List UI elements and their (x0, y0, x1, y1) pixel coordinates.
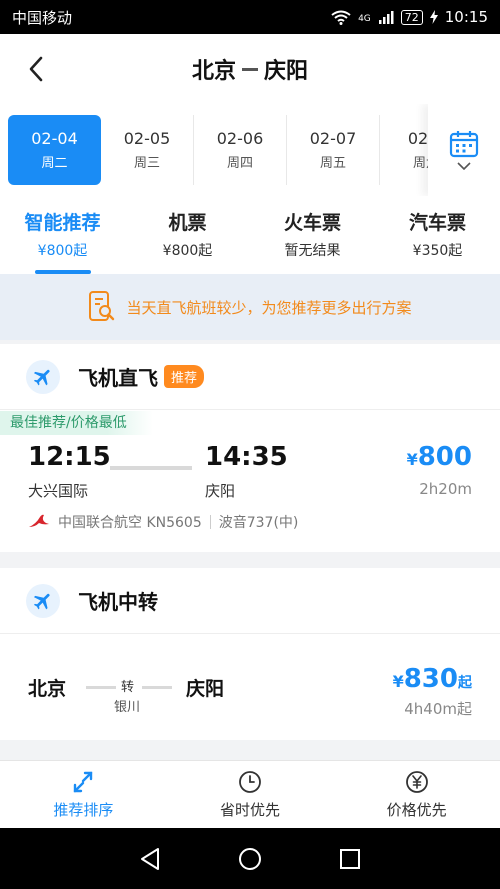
date-item[interactable]: 02-06 周四 (194, 115, 287, 185)
phone-search-icon (89, 291, 115, 321)
tab-title: 智能推荐 (24, 212, 101, 234)
chevron-left-icon (29, 56, 43, 82)
destination-city: 庆阳 (264, 59, 309, 84)
airplane-icon (26, 583, 60, 618)
best-price-tag: 最佳推荐/价格最低 (0, 411, 153, 435)
arrive-time: 14:35 (205, 442, 288, 472)
route-line (86, 686, 116, 689)
weekday-label: 周五 (319, 156, 346, 171)
flight-duration: 2h20m (419, 480, 472, 498)
tab-label: 价格优先 (386, 800, 447, 819)
back-button[interactable] (22, 54, 50, 84)
airline-logo-icon (29, 514, 49, 527)
chevron-down-icon (457, 162, 471, 170)
route-title: 北京 庆阳 (192, 53, 308, 85)
tab-smart-recommend[interactable]: 智能推荐 ¥800起 (0, 196, 125, 274)
price-value: 800 (417, 442, 472, 472)
tab-recommend-sort[interactable]: 推荐排序 (0, 761, 167, 828)
tab-price: ¥800起 (37, 243, 88, 259)
yen-circle-icon (405, 770, 428, 793)
tab-price: 暂无结果 (284, 243, 341, 259)
tab-trains[interactable]: 火车票 暂无结果 (250, 196, 375, 274)
sort-tab-bar: 推荐排序 省时优先 价格优先 (0, 760, 500, 828)
card-header: 飞机中转 (0, 568, 500, 634)
date-item[interactable]: 02-04 周二 (8, 115, 101, 185)
clock-icon (239, 770, 261, 793)
header-bar: 北京 庆阳 (0, 34, 500, 104)
status-right: 4G 72 10:15 (331, 8, 488, 26)
transfer-flight-card: 飞机中转 北京 转 银川 庆阳 ¥830起 4h40m起 (0, 568, 500, 740)
route-dash (242, 67, 258, 71)
network-label: 4G (358, 14, 371, 24)
transfer-origin: 北京 (28, 678, 67, 700)
origin-city: 北京 (191, 59, 236, 84)
weekday-label: 周三 (133, 156, 160, 171)
notice-banner: 当天直飞航班较少，为您推荐更多出行方案 (0, 274, 500, 340)
flight-path-line (110, 466, 192, 470)
date-item[interactable]: 02-05 周三 (101, 115, 194, 185)
carrier-label: 中国移动 (12, 8, 73, 27)
weekday-label: 周二 (41, 156, 68, 171)
sort-arrows-icon (74, 771, 93, 792)
tab-label: 省时优先 (220, 800, 281, 819)
tab-price: ¥800起 (162, 243, 213, 259)
transfer-city: 银川 (114, 700, 141, 715)
airline-info: 中国联合航空 KN5605 波音737(中) (28, 512, 298, 532)
divider (209, 515, 211, 529)
wifi-icon (331, 10, 351, 25)
transport-mode-tabs: 智能推荐 ¥800起 机票 ¥800起 火车票 暂无结果 汽车票 ¥350起 (0, 196, 500, 274)
date-label: 02-05 (123, 129, 171, 148)
date-label: 02-07 (309, 129, 357, 148)
recommend-badge: 推荐 (164, 365, 205, 388)
tab-price: ¥350起 (412, 243, 463, 259)
tab-label: 推荐排序 (53, 800, 114, 819)
depart-time: 12:15 (28, 442, 111, 472)
price-value: 830 (403, 664, 458, 694)
date-label: 02-06 (216, 129, 264, 148)
tab-flights[interactable]: 机票 ¥800起 (125, 196, 250, 274)
depart-airport: 大兴国际 (28, 482, 89, 500)
status-bar: 中国移动 4G 72 10:15 (0, 0, 500, 34)
charging-icon (429, 10, 438, 24)
date-label: 02-04 (31, 129, 78, 148)
tab-price-priority[interactable]: 价格优先 (333, 761, 500, 828)
weekday-label: 周四 (226, 156, 253, 171)
aircraft-type: 波音737(中) (218, 515, 299, 531)
airplane-icon (26, 359, 60, 394)
clock-time: 10:15 (444, 8, 488, 26)
route-line (142, 686, 172, 689)
back-triangle-icon[interactable] (139, 847, 161, 871)
price-suffix: 起 (458, 675, 472, 691)
card-title: 飞机直飞 (78, 366, 158, 390)
tab-time-priority[interactable]: 省时优先 (167, 761, 334, 828)
recents-square-icon[interactable] (339, 848, 361, 870)
signal-icon (378, 11, 394, 24)
date-item[interactable]: 02-07 周五 (287, 115, 380, 185)
arrive-airport: 庆阳 (205, 482, 236, 500)
system-nav-bar (0, 828, 500, 889)
notice-text: 当天直飞航班较少，为您推荐更多出行方案 (126, 298, 412, 317)
direct-flight-card: 飞机直飞 推荐 最佳推荐/价格最低 12:15 大兴国际 14:35 庆阳 ¥8… (0, 344, 500, 552)
flight-price: ¥800 (407, 442, 472, 472)
transfer-price: ¥830起 (393, 664, 472, 694)
card-title: 飞机中转 (78, 590, 158, 614)
date-selector: 02-04 周二 02-05 周三 02-06 周四 02-07 周五 02-0… (0, 104, 500, 196)
currency-symbol: ¥ (406, 450, 418, 469)
transfer-label: 转 (121, 680, 135, 695)
calendar-button[interactable] (428, 104, 500, 196)
tab-buses[interactable]: 汽车票 ¥350起 (375, 196, 500, 274)
tab-title: 火车票 (283, 212, 341, 234)
transfer-duration: 4h40m起 (404, 700, 472, 718)
airline-flight-number: 中国联合航空 KN5605 (58, 515, 202, 531)
tab-title: 汽车票 (408, 212, 466, 234)
calendar-icon (449, 131, 479, 158)
tab-title: 机票 (168, 212, 207, 234)
currency-symbol: ¥ (392, 672, 404, 691)
battery-indicator: 72 (400, 9, 423, 25)
card-header: 飞机直飞 推荐 (0, 344, 500, 410)
home-circle-icon[interactable] (238, 847, 262, 871)
transfer-destination: 庆阳 (186, 678, 225, 700)
